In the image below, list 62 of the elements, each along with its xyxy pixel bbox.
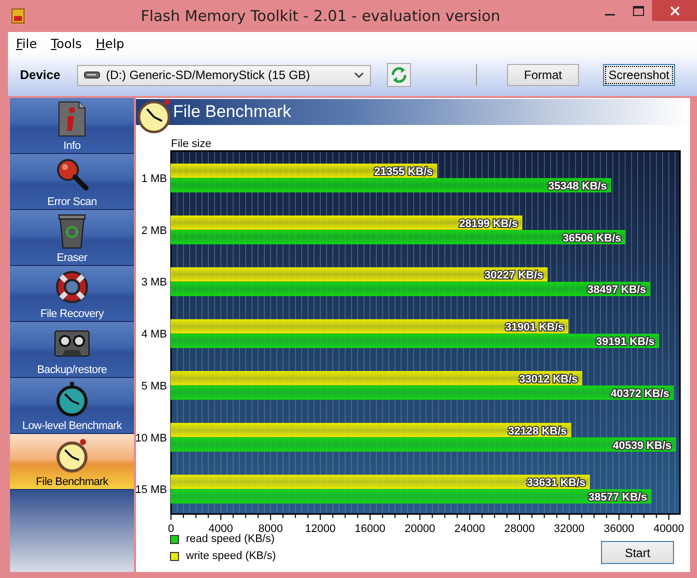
menu-item[interactable]: Help bbox=[96, 36, 124, 50]
sidebar-item[interactable]: Eraser bbox=[10, 210, 134, 266]
refresh-button[interactable] bbox=[387, 63, 411, 87]
category-label: 4 MB bbox=[141, 328, 167, 341]
value-label: 31901 KB/s bbox=[505, 322, 564, 334]
category-label: 15 MB bbox=[136, 484, 167, 496]
sidebar-item[interactable]: Backup/restore bbox=[10, 322, 134, 378]
app-icon bbox=[11, 8, 25, 24]
device-dropdown[interactable]: (D:) Generic-SD/MemoryStick (15 GB) bbox=[77, 64, 371, 86]
tick-label: 0 bbox=[168, 523, 174, 533]
legend-label: write speed (KB/s) bbox=[186, 550, 276, 562]
screenshot-button[interactable]: Screenshot bbox=[603, 64, 675, 86]
tick-label: 16000 bbox=[354, 523, 386, 533]
tick-label: 20000 bbox=[404, 523, 436, 533]
value-label: 40539 KB/s bbox=[612, 440, 672, 452]
sidebar-item[interactable]: Low-level Benchmark bbox=[10, 378, 134, 434]
tick-label: 40000 bbox=[654, 523, 684, 533]
window-title: Flash Memory Toolkit - 2.01 - evaluation version bbox=[140, 7, 502, 25]
value-label: 35348 KB/s bbox=[548, 180, 607, 192]
sidebar-item[interactable]: Info bbox=[10, 98, 134, 154]
value-label: 39191 KB/s bbox=[596, 336, 655, 348]
menu-item[interactable]: File bbox=[16, 36, 37, 50]
close-button[interactable] bbox=[652, 0, 697, 21]
axis-title: File size bbox=[171, 138, 212, 150]
stopwatch-icon bbox=[137, 98, 173, 134]
value-label: 32128 KB/s bbox=[508, 425, 567, 438]
category-label: 1 MB bbox=[141, 173, 167, 185]
value-label: 38497 KB/s bbox=[587, 284, 646, 296]
start-button[interactable]: Start bbox=[601, 541, 674, 564]
category-label: 3 MB bbox=[141, 276, 167, 289]
category-label: 10 MB bbox=[136, 432, 167, 444]
sidebar-item[interactable]: Error Scan bbox=[10, 154, 134, 210]
value-label: 30227 KB/s bbox=[484, 270, 544, 282]
minimize-icon bbox=[605, 14, 615, 16]
value-label: 33631 KB/s bbox=[526, 477, 586, 490]
tick-label: 12000 bbox=[305, 523, 336, 533]
tick-label: 4000 bbox=[208, 523, 234, 533]
value-label: 33012 KB/s bbox=[519, 373, 578, 386]
tick-label: 28000 bbox=[504, 523, 535, 533]
lifebuoy-icon bbox=[53, 268, 91, 306]
value-label: 28199 KB/s bbox=[459, 218, 518, 230]
maximize-icon bbox=[632, 6, 644, 16]
chevron-down-icon bbox=[354, 72, 364, 78]
tick-label: 32000 bbox=[554, 523, 584, 533]
tick-label: 36000 bbox=[604, 523, 634, 533]
tick-label: 24000 bbox=[454, 523, 485, 533]
menu-item[interactable]: Tools bbox=[50, 36, 82, 50]
sidebar-item[interactable]: File Recovery bbox=[10, 266, 134, 322]
tick-label: 8000 bbox=[258, 523, 283, 533]
value-label: 36506 KB/s bbox=[562, 232, 622, 244]
value-label: 40372 KB/s bbox=[610, 388, 670, 400]
format-button[interactable]: Format bbox=[507, 64, 579, 86]
value-label: 38577 KB/s bbox=[588, 492, 648, 504]
drive-icon bbox=[84, 71, 100, 79]
sidebar-item[interactable]: File Benchmark bbox=[10, 434, 134, 490]
device-label: Device bbox=[20, 68, 62, 82]
close-icon bbox=[670, 6, 680, 16]
panel-title: File Benchmark bbox=[173, 102, 292, 122]
category-label: 5 MB bbox=[141, 380, 167, 392]
category-label: 2 MB bbox=[141, 224, 167, 237]
value-label: 21355 KB/s bbox=[374, 166, 433, 178]
legend-label: read speed (KB/s) bbox=[186, 533, 275, 545]
